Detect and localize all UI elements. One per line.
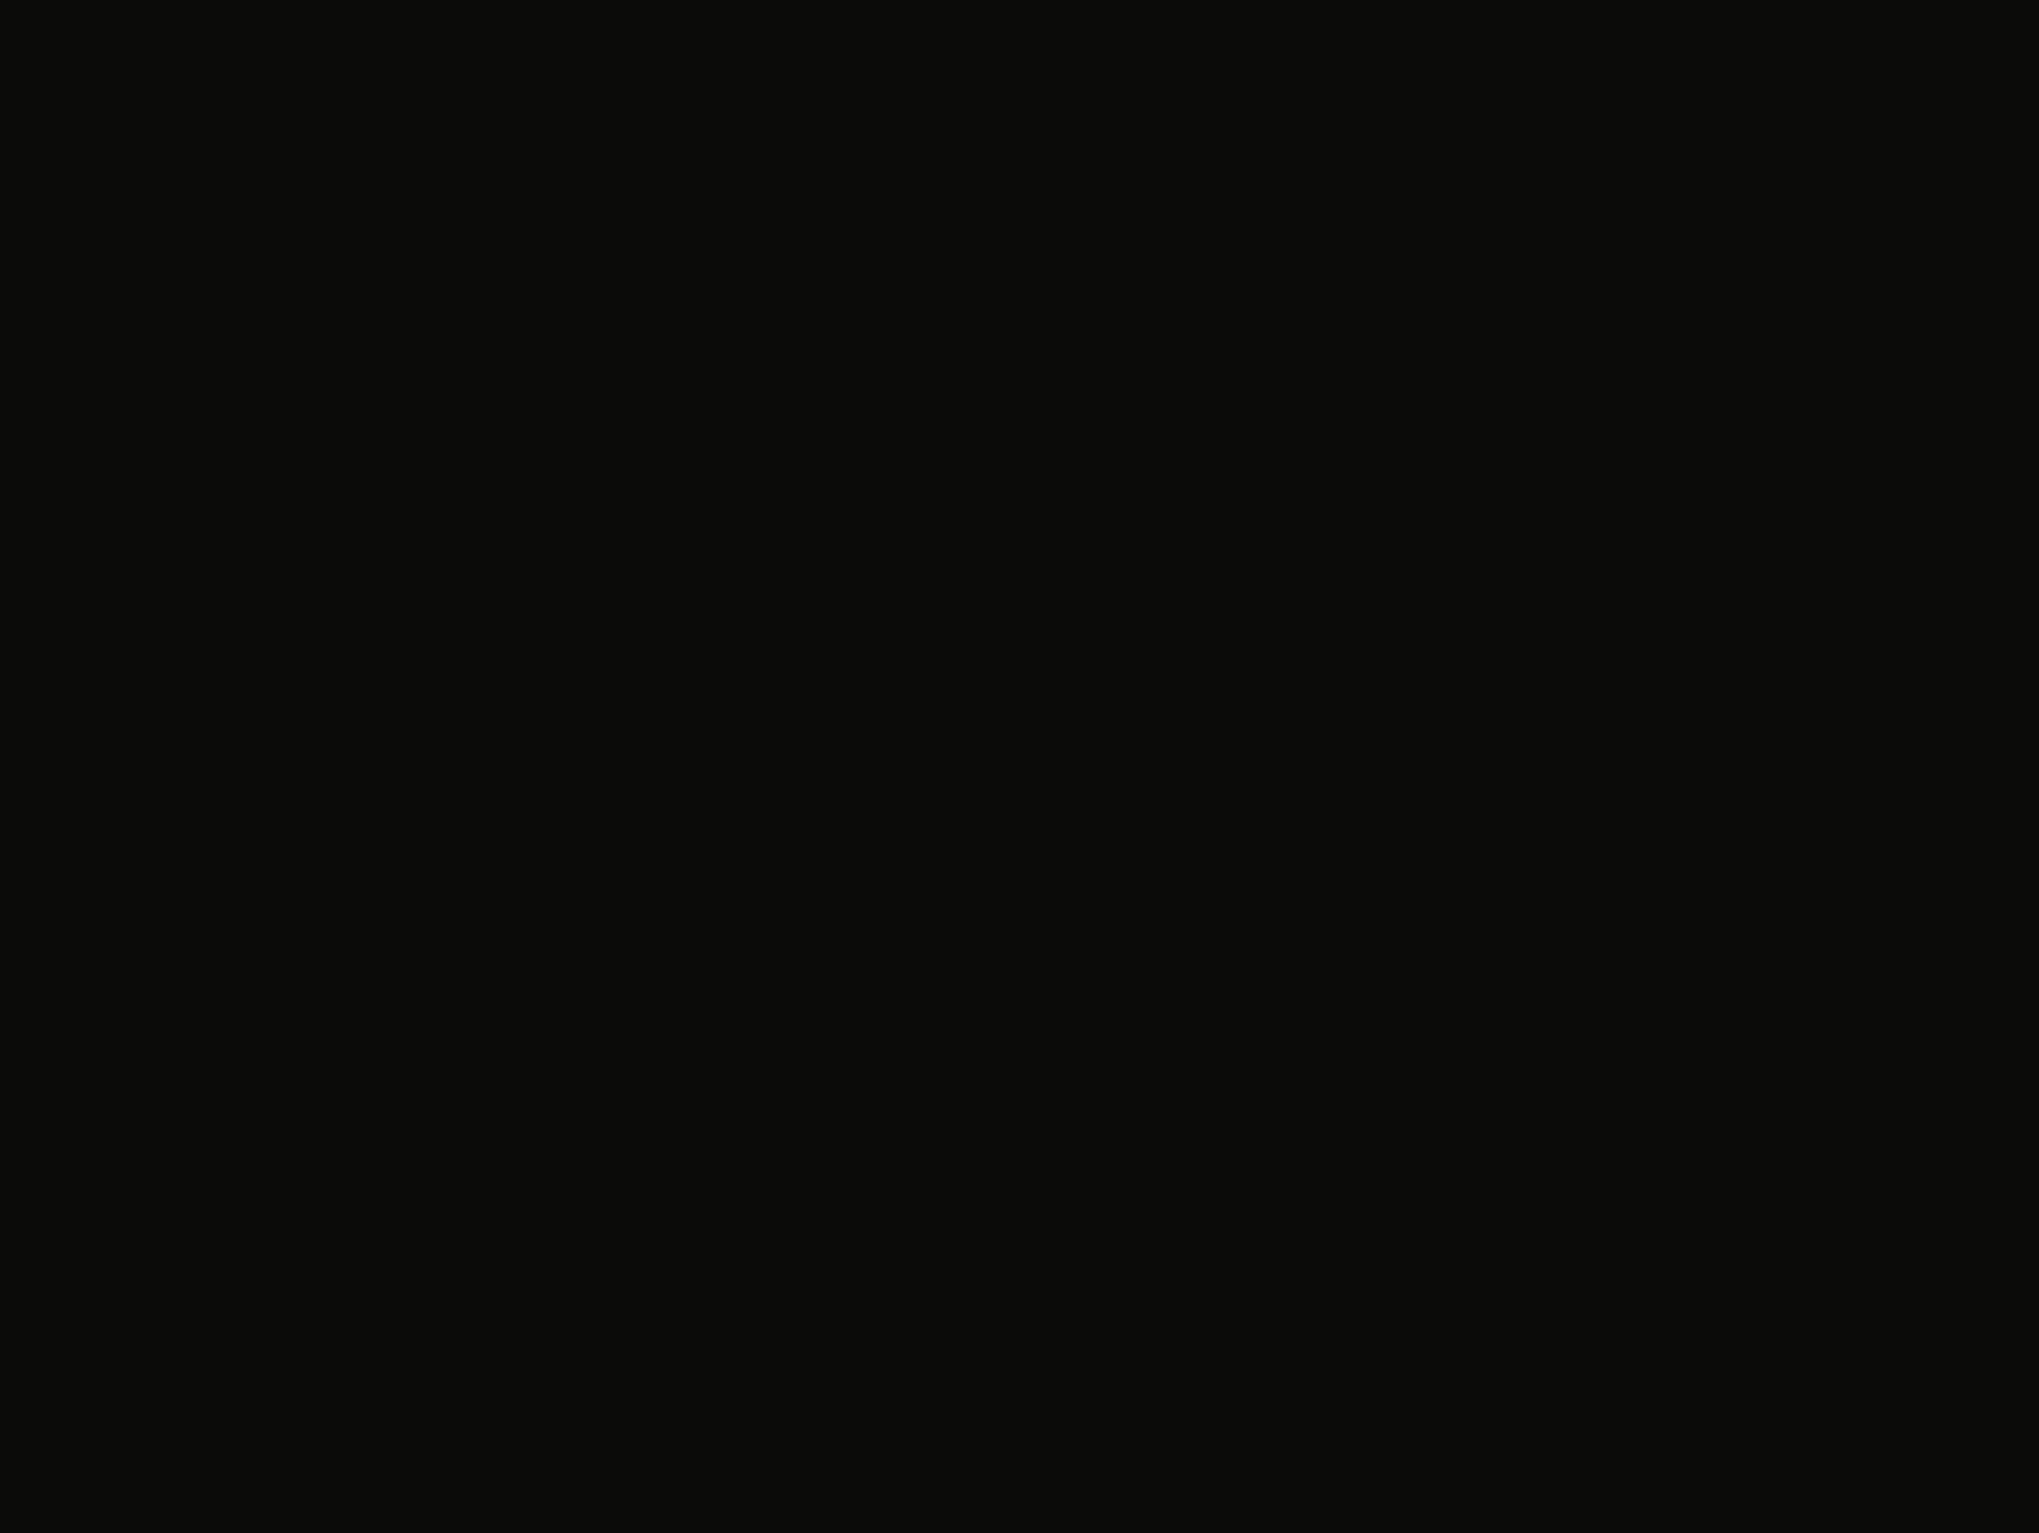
nest-app [0, 0, 2039, 1533]
